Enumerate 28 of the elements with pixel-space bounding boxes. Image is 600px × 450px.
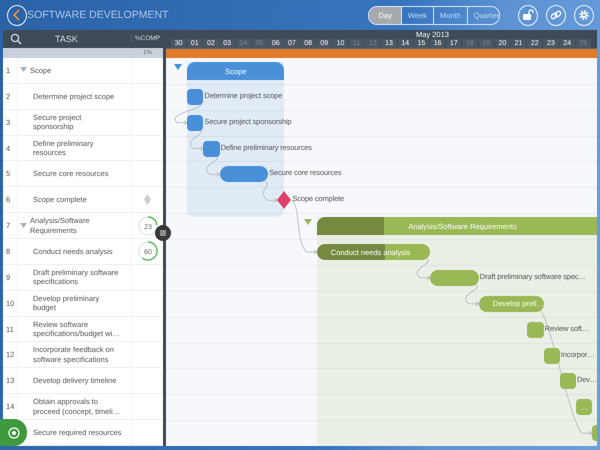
task-bar[interactable] — [203, 140, 220, 157]
task-bar[interactable] — [187, 88, 204, 105]
task-bar[interactable] — [430, 270, 479, 286]
unlock-icon — [522, 9, 534, 21]
target-icon — [8, 426, 20, 438]
milestone-diamond[interactable] — [277, 191, 292, 210]
task-column-title: TASK — [55, 34, 78, 44]
lock-button[interactable] — [518, 4, 538, 26]
link-button[interactable] — [546, 4, 566, 26]
link-icon — [550, 9, 562, 21]
expand-triangle-icon[interactable] — [174, 64, 182, 70]
expand-triangle-icon[interactable] — [20, 222, 27, 229]
settings-button[interactable] — [574, 4, 594, 26]
task-bar[interactable] — [560, 373, 576, 390]
expand-triangle-icon[interactable] — [20, 67, 27, 74]
expand-triangle-icon[interactable] — [304, 219, 312, 226]
chevron-left-icon — [12, 9, 22, 21]
search-icon[interactable] — [10, 33, 22, 45]
task-bar[interactable] — [187, 114, 204, 131]
task-bar[interactable] — [220, 166, 268, 182]
window-title: SOFTWARE DEVELOPMENT — [27, 9, 168, 21]
back-button[interactable] — [7, 4, 28, 26]
settings-icon — [578, 9, 590, 21]
grip-icon — [160, 230, 166, 236]
task-bar[interactable] — [527, 322, 544, 338]
task-bar[interactable] — [544, 348, 560, 364]
diamond-icon — [144, 194, 151, 206]
add-button[interactable] — [0, 419, 27, 446]
